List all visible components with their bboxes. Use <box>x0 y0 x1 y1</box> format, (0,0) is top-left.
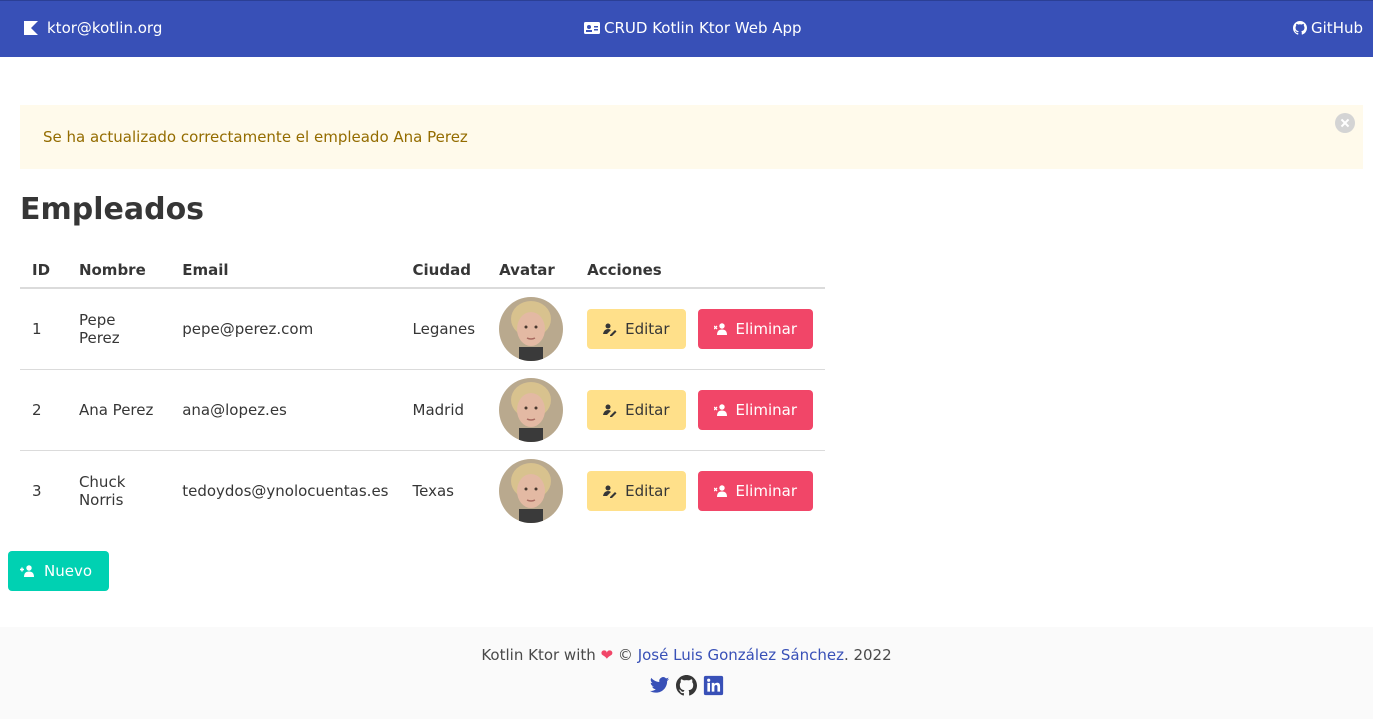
nav-email-label: ktor@kotlin.org <box>47 19 163 37</box>
avatar <box>499 377 564 442</box>
cell-email: pepe@perez.com <box>170 288 401 370</box>
delete-button-label: Eliminar <box>735 481 797 500</box>
github-icon[interactable] <box>676 675 697 696</box>
twitter-icon[interactable] <box>649 675 670 696</box>
heart-icon: ❤ <box>600 646 614 664</box>
cell-actions: Editar Eliminar <box>575 450 825 531</box>
avatar <box>499 296 564 361</box>
navbar: ktor@kotlin.org CRUD Kotlin Ktor Web App… <box>0 0 1373 57</box>
nav-title: CRUD Kotlin Ktor Web App <box>604 19 802 37</box>
new-employee-button[interactable]: Nuevo <box>8 551 110 591</box>
header-avatar: Avatar <box>487 253 576 289</box>
cell-nombre: Ana Perez <box>66 369 171 451</box>
delete-button-label: Eliminar <box>735 319 797 338</box>
employees-table: ID Nombre Email Ciudad Avatar Acciones 1… <box>20 253 825 531</box>
delete-button[interactable]: Eliminar <box>697 308 813 349</box>
social-links <box>0 675 1373 696</box>
edit-button[interactable]: Editar <box>587 308 686 349</box>
edit-button[interactable]: Editar <box>587 389 686 430</box>
header-acciones: Acciones <box>575 253 825 289</box>
cell-ciudad: Texas <box>412 481 454 500</box>
notification: Se ha actualizado correctamente el emple… <box>20 105 1363 169</box>
footer-prefix: Kotlin Ktor with <box>481 646 596 664</box>
header-ciudad: Ciudad <box>400 253 488 289</box>
cell-avatar <box>487 450 575 531</box>
table-row: 3 Chuck Norris tedoydos@ynolocuentas.es … <box>20 450 825 531</box>
avatar <box>499 458 564 523</box>
page-title: Empleados <box>20 192 205 227</box>
header-nombre: Nombre <box>66 253 171 289</box>
footer-year: . 2022 <box>843 646 892 664</box>
linkedin-icon[interactable] <box>703 675 724 696</box>
footer-copyright: © <box>617 646 633 664</box>
cell-actions: Editar Eliminar <box>575 288 825 370</box>
notification-message: Se ha actualizado correctamente el emple… <box>43 128 468 146</box>
cell-actions: Editar Eliminar <box>575 369 825 451</box>
table-header-row: ID Nombre Email Ciudad Avatar Acciones <box>20 253 825 289</box>
cell-email: ana@lopez.es <box>170 369 401 451</box>
cell-id: 1 <box>20 288 67 370</box>
nav-github-label: GitHub <box>1311 19 1363 37</box>
footer-credits: Kotlin Ktor with ❤ © José Luis González … <box>0 646 1373 664</box>
user-edit-icon <box>603 404 617 417</box>
cell-id: 2 <box>20 369 67 451</box>
user-edit-icon <box>603 323 617 336</box>
edit-button-label: Editar <box>625 481 670 500</box>
cell-nombre: Pepe Perez <box>66 288 171 370</box>
table-row: 2 Ana Perez ana@lopez.es Madrid Editar E… <box>20 369 825 451</box>
delete-button-label: Eliminar <box>735 400 797 419</box>
cell-avatar <box>487 288 576 370</box>
github-icon <box>1293 21 1308 35</box>
cell-ciudad: Leganes <box>400 288 488 370</box>
user-edit-icon <box>603 485 617 498</box>
nav-title-link[interactable]: CRUD Kotlin Ktor Web App <box>584 19 802 37</box>
cell-email: tedoydos@ynolocuentas.es <box>182 481 389 500</box>
user-remove-icon <box>713 323 727 335</box>
header-id: ID <box>20 253 67 289</box>
edit-button-label: Editar <box>625 400 670 419</box>
table-row: 1 Pepe Perez pepe@perez.com Leganes Edit… <box>20 288 825 370</box>
cell-id: 3 <box>32 481 42 500</box>
edit-button[interactable]: Editar <box>587 470 686 511</box>
cell-nombre: Chuck Norris <box>78 472 126 509</box>
user-remove-icon <box>713 485 727 497</box>
cell-avatar <box>487 369 576 451</box>
nav-email-link[interactable]: ktor@kotlin.org <box>24 19 162 37</box>
id-card-icon <box>584 22 600 34</box>
user-remove-icon <box>713 403 727 416</box>
author-link[interactable]: José Luis González Sánchez <box>638 646 844 664</box>
footer: Kotlin Ktor with ❤ © José Luis González … <box>0 627 1373 719</box>
close-icon[interactable] <box>1335 113 1355 133</box>
user-add-icon <box>20 565 34 577</box>
new-employee-label: Nuevo <box>44 562 93 580</box>
header-email: Email <box>170 253 401 289</box>
edit-button-label: Editar <box>625 319 670 338</box>
delete-button[interactable]: Eliminar <box>697 389 813 430</box>
kotlin-icon <box>24 21 38 35</box>
delete-button[interactable]: Eliminar <box>697 470 813 511</box>
nav-github-link[interactable]: GitHub <box>1293 19 1363 37</box>
cell-ciudad: Madrid <box>400 369 488 451</box>
